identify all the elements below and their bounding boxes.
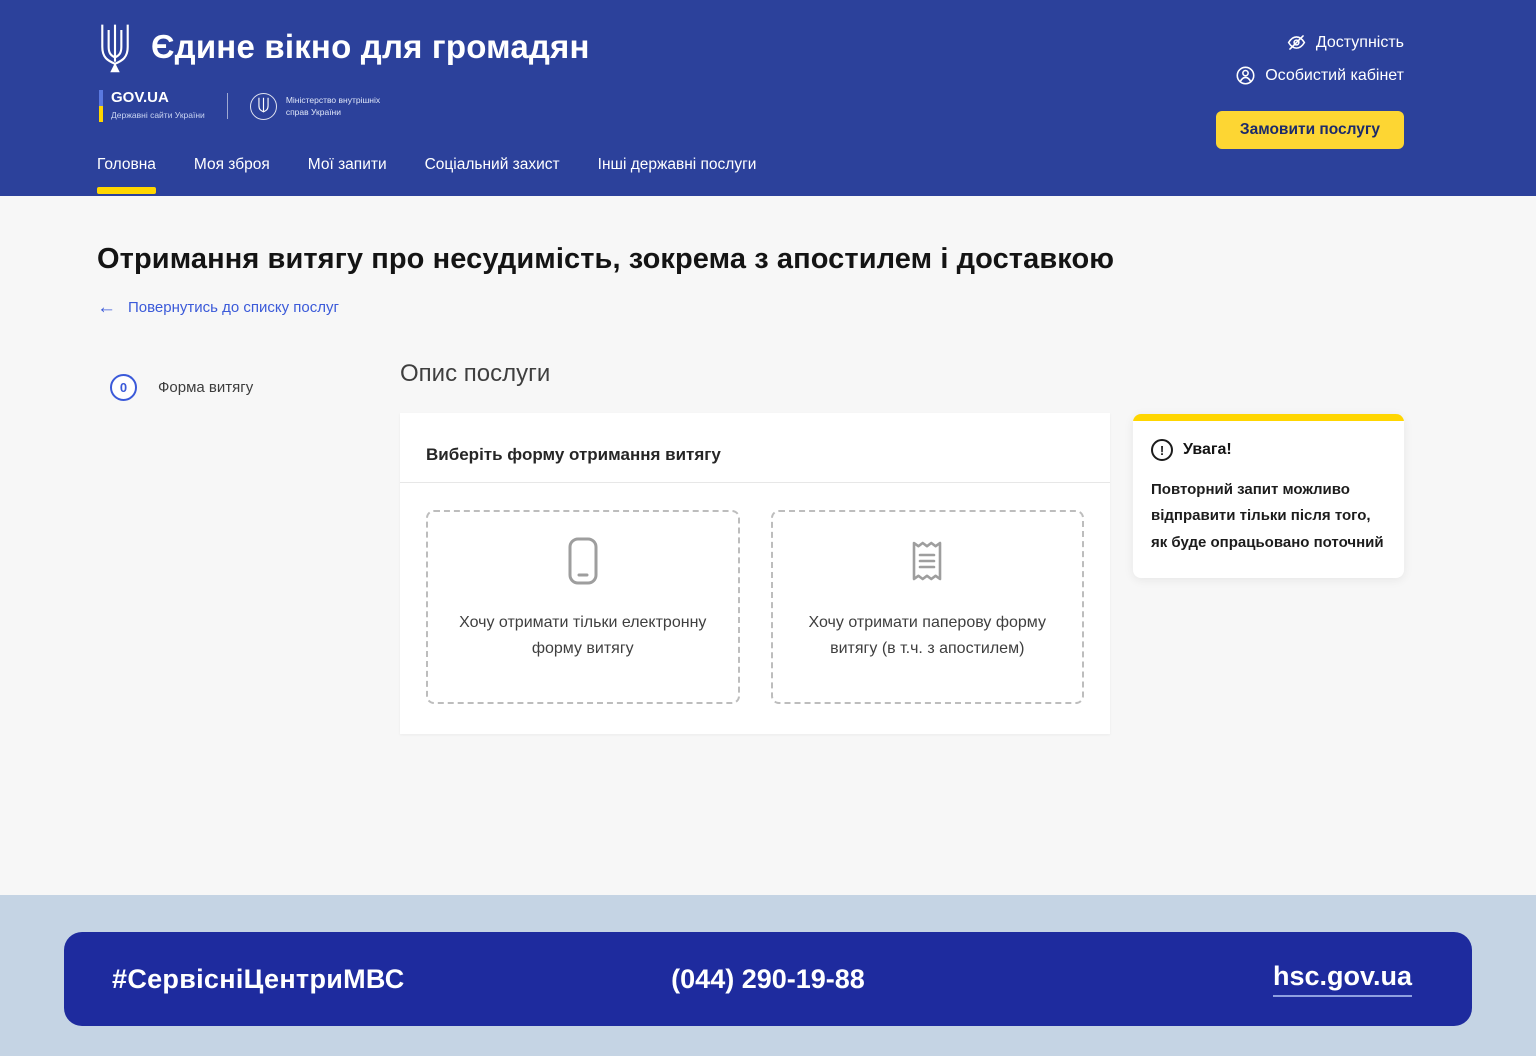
govua-sublabel: Державні сайти України	[111, 110, 205, 120]
warning-title: Увага!	[1183, 441, 1232, 459]
step-form-vytiahu[interactable]: 0 Форма витягу	[110, 374, 400, 401]
eye-off-icon	[1286, 32, 1307, 53]
personal-cabinet-link[interactable]: Особистий кабінет	[1235, 65, 1404, 86]
page-title: Отримання витягу про несудимість, зокрем…	[97, 243, 1536, 276]
nav-item-social-protection[interactable]: Соціальний захист	[425, 156, 560, 196]
nav-item-my-requests[interactable]: Мої запити	[308, 156, 387, 196]
step-number-badge: 0	[110, 374, 137, 401]
nav-item-other-state-services[interactable]: Інші державні послуги	[598, 156, 757, 196]
service-form-panel: Виберіть форму отримання витягу Хочу отр…	[400, 413, 1110, 734]
receipt-icon	[904, 536, 950, 586]
bottom-band: #СервісніЦентриМВС (044) 290-19-88 hsc.g…	[0, 895, 1536, 1056]
site-header: Єдине вікно для громадян GOV.UA Державні…	[0, 0, 1536, 196]
warning-accent-bar	[1133, 414, 1404, 421]
ministry-name: Міністерство внутрішніх справ України	[286, 94, 380, 119]
back-to-services-link[interactable]: ← Повернутись до списку послуг	[97, 298, 339, 317]
back-arrow-icon: ←	[97, 298, 116, 317]
ministry-emblem-icon	[250, 93, 277, 120]
site-title: Єдине вікно для громадян	[151, 28, 590, 66]
accessibility-label: Доступність	[1316, 34, 1404, 52]
footer-bar: #СервісніЦентриМВС (044) 290-19-88 hsc.g…	[64, 932, 1472, 1026]
ministry-logo[interactable]: Міністерство внутрішніх справ України	[250, 93, 380, 120]
logo-divider	[227, 93, 228, 119]
govua-label: GOV.UA	[111, 90, 205, 107]
exclamation-circle-icon: !	[1151, 439, 1173, 461]
personal-cabinet-label: Особистий кабінет	[1265, 67, 1404, 85]
user-circle-icon	[1235, 65, 1256, 86]
trident-logo-icon	[97, 22, 133, 76]
warning-text: Повторний запит можливо відправити тільк…	[1151, 477, 1386, 556]
option-paper-label: Хочу отримати паперову форму витягу (в т…	[801, 610, 1055, 663]
warning-box: ! Увага! Повторний запит можливо відправ…	[1133, 414, 1404, 578]
accessibility-link[interactable]: Доступність	[1286, 32, 1404, 53]
section-title: Опис послуги	[400, 360, 1110, 388]
phone-icon	[560, 536, 606, 586]
back-link-label: Повернутись до списку послуг	[128, 299, 339, 316]
option-paper-form[interactable]: Хочу отримати паперову форму витягу (в т…	[771, 510, 1085, 704]
govua-logo[interactable]: GOV.UA Державні сайти України	[99, 90, 205, 122]
option-electronic-label: Хочу отримати тільки електронну форму ви…	[456, 610, 710, 663]
panel-divider	[400, 482, 1110, 483]
main-content: Отримання витягу про несудимість, зокрем…	[0, 196, 1536, 895]
govua-flag-bar	[99, 90, 103, 122]
nav-item-home[interactable]: Головна	[97, 156, 156, 196]
footer-site-link[interactable]: hsc.gov.ua	[1273, 961, 1412, 997]
step-label: Форма витягу	[158, 379, 253, 396]
panel-heading: Виберіть форму отримання витягу	[426, 445, 1084, 465]
order-service-button[interactable]: Замовити послугу	[1216, 111, 1404, 149]
main-nav: Головна Моя зброя Мої запити Соціальний …	[0, 156, 1536, 196]
option-electronic-form[interactable]: Хочу отримати тільки електронну форму ви…	[426, 510, 740, 704]
footer-phone: (044) 290-19-88	[671, 964, 865, 995]
footer-hashtag: #СервісніЦентриМВС	[112, 964, 405, 995]
nav-item-my-weapons[interactable]: Моя зброя	[194, 156, 270, 196]
